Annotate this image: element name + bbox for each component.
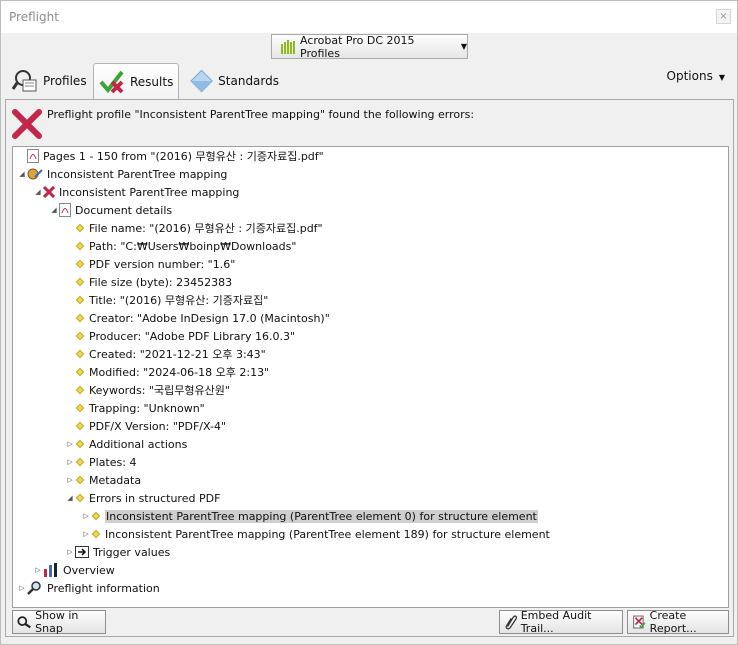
expanded-triangle-icon[interactable]: ◢: [65, 494, 75, 502]
tree-document-details[interactable]: ◢ Document details: [49, 201, 172, 219]
collapsed-triangle-icon[interactable]: ▷: [65, 440, 75, 448]
collapsed-triangle-icon[interactable]: ▷: [81, 512, 91, 520]
paperclip-icon: [505, 615, 517, 630]
info-bullet-icon: [75, 223, 85, 233]
tree-detail-item[interactable]: Created: "2021-12-21 오후 3:43": [75, 345, 266, 363]
info-bullet-icon: [75, 421, 85, 431]
info-bullet-icon: [75, 313, 85, 323]
collapsed-triangle-icon[interactable]: ▷: [65, 476, 75, 484]
tree-error-item-selected[interactable]: ▷ Inconsistent ParentTree mapping (Parent…: [81, 507, 538, 525]
tree-additional-actions[interactable]: ▷ Additional actions: [65, 435, 187, 453]
tree-detail-item[interactable]: Keywords: "국립무형유산원": [75, 381, 230, 399]
tree-detail-item[interactable]: Path: "C:₩Users₩boinp₩Downloads": [75, 237, 296, 255]
info-bullet-icon: [91, 529, 101, 539]
create-report-button[interactable]: Create Report...: [627, 609, 729, 635]
results-panel: Preflight profile "Inconsistent ParentTr…: [5, 99, 734, 637]
collapsed-triangle-icon[interactable]: ▷: [33, 566, 43, 574]
profiles-icon: [11, 70, 37, 92]
tree-profile[interactable]: ◢ Inconsistent ParentTree mapping: [17, 165, 227, 183]
collapsed-triangle-icon[interactable]: ▷: [81, 530, 91, 538]
embed-audit-trail-button[interactable]: Embed Audit Trail...: [499, 609, 623, 635]
info-bullet-icon: [75, 295, 85, 305]
report-icon: [633, 615, 646, 629]
tree-detail-item[interactable]: Modified: "2024-06-18 오후 2:13": [75, 363, 269, 381]
tab-standards-label: Standards: [218, 74, 279, 88]
standards-icon: [190, 69, 213, 93]
collapsed-triangle-icon[interactable]: ▷: [65, 548, 75, 556]
options-label: Options: [666, 69, 713, 83]
preflight-window: Preflight × Acrobat Pro DC 2015 Profiles…: [0, 0, 738, 645]
show-in-snap-button[interactable]: Show in Snap: [12, 609, 106, 635]
info-bullet-icon: [75, 259, 85, 269]
pdf-icon: [27, 149, 39, 163]
options-menu[interactable]: Options ▼: [667, 69, 725, 83]
magnifier-icon: [27, 581, 41, 595]
title-bar: Preflight ×: [1, 1, 737, 33]
error-x-icon: [12, 109, 42, 139]
tab-profiles-label: Profiles: [43, 74, 87, 88]
tree-trigger-values[interactable]: ▷ Trigger values: [65, 543, 170, 561]
profile-library-dropdown[interactable]: Acrobat Pro DC 2015 Profiles ▼: [271, 33, 468, 60]
tree-root[interactable]: ▷ Pages 1 - 150 from "(2016) 무형유산 : 기증자료…: [17, 147, 324, 165]
profile-library-label: Acrobat Pro DC 2015 Profiles: [300, 33, 415, 60]
expanded-triangle-icon[interactable]: ◢: [17, 170, 27, 178]
info-bullet-icon: [75, 475, 85, 485]
tab-bar: Profiles Results Standards: [9, 63, 729, 100]
info-bullet-icon: [75, 493, 85, 503]
tree-overview[interactable]: ▷ Overview: [33, 561, 115, 579]
info-bullet-icon: [91, 511, 101, 521]
tab-results[interactable]: Results: [93, 63, 179, 100]
expanded-triangle-icon[interactable]: ◢: [33, 188, 43, 196]
profile-badge-icon: [27, 168, 43, 180]
tree-check[interactable]: ◢ Inconsistent ParentTree mapping: [33, 183, 239, 201]
chevron-down-icon: ▼: [718, 73, 725, 82]
library-bars-icon: [281, 39, 295, 54]
tree-detail-item[interactable]: File name: "(2016) 무형유산 : 기증자료집.pdf": [75, 219, 323, 237]
snap-magnifier-icon: [17, 616, 31, 629]
info-bullet-icon: [75, 367, 85, 377]
tab-standards[interactable]: Standards: [189, 63, 279, 99]
show-in-snap-label: Show in Snap: [35, 609, 79, 635]
error-x-icon: [43, 186, 55, 198]
tab-results-label: Results: [130, 75, 174, 89]
error-message-area: Preflight profile "Inconsistent ParentTr…: [6, 100, 733, 145]
info-bullet-icon: [75, 331, 85, 341]
tree-detail-item[interactable]: PDF/X Version: "PDF/X-4": [75, 417, 226, 435]
tree-detail-item[interactable]: Trapping: "Unknown": [75, 399, 205, 417]
results-icon: [99, 70, 124, 94]
overview-chart-icon: [44, 563, 57, 577]
info-bullet-icon: [75, 241, 85, 251]
info-bullet-icon: [75, 403, 85, 413]
expanded-triangle-icon[interactable]: ◢: [49, 206, 59, 214]
tree-metadata[interactable]: ▷ Metadata: [65, 471, 141, 489]
info-bullet-icon: [75, 277, 85, 287]
tree-plates[interactable]: ▷ Plates: 4: [65, 453, 136, 471]
info-bullet-icon: [75, 457, 85, 467]
tree-errors-structured[interactable]: ◢ Errors in structured PDF: [65, 489, 220, 507]
collapsed-triangle-icon[interactable]: ▷: [65, 458, 75, 466]
tree-detail-item[interactable]: File size (byte): 23452383: [75, 273, 232, 291]
trigger-values-icon: [75, 546, 89, 558]
tree-preflight-information[interactable]: ▷ Preflight information: [17, 579, 160, 597]
window-title: Preflight: [9, 10, 59, 24]
chevron-down-icon: ▼: [460, 42, 467, 51]
close-button[interactable]: ×: [716, 9, 731, 24]
collapsed-triangle-icon[interactable]: ▷: [17, 584, 27, 592]
embed-audit-trail-label: Embed Audit Trail...: [520, 609, 592, 635]
tab-profiles[interactable]: Profiles: [11, 63, 89, 99]
info-bullet-icon: [75, 349, 85, 359]
info-bullet-icon: [75, 385, 85, 395]
tree-detail-item[interactable]: Producer: "Adobe PDF Library 16.0.3": [75, 327, 295, 345]
info-bullet-icon: [75, 439, 85, 449]
tree-detail-item[interactable]: PDF version number: "1.6": [75, 255, 235, 273]
pdf-icon: [59, 203, 71, 217]
tree-detail-item[interactable]: Title: "(2016) 무형유산: 기증자료집": [75, 291, 268, 309]
tree-detail-item[interactable]: Creator: "Adobe InDesign 17.0 (Macintosh…: [75, 309, 330, 327]
error-summary-text: Preflight profile "Inconsistent ParentTr…: [47, 108, 475, 121]
create-report-label: Create Report...: [649, 609, 697, 635]
tree-error-item[interactable]: ▷ Inconsistent ParentTree mapping (Parent…: [81, 525, 550, 543]
results-tree[interactable]: ▷ Pages 1 - 150 from "(2016) 무형유산 : 기증자료…: [12, 146, 729, 608]
